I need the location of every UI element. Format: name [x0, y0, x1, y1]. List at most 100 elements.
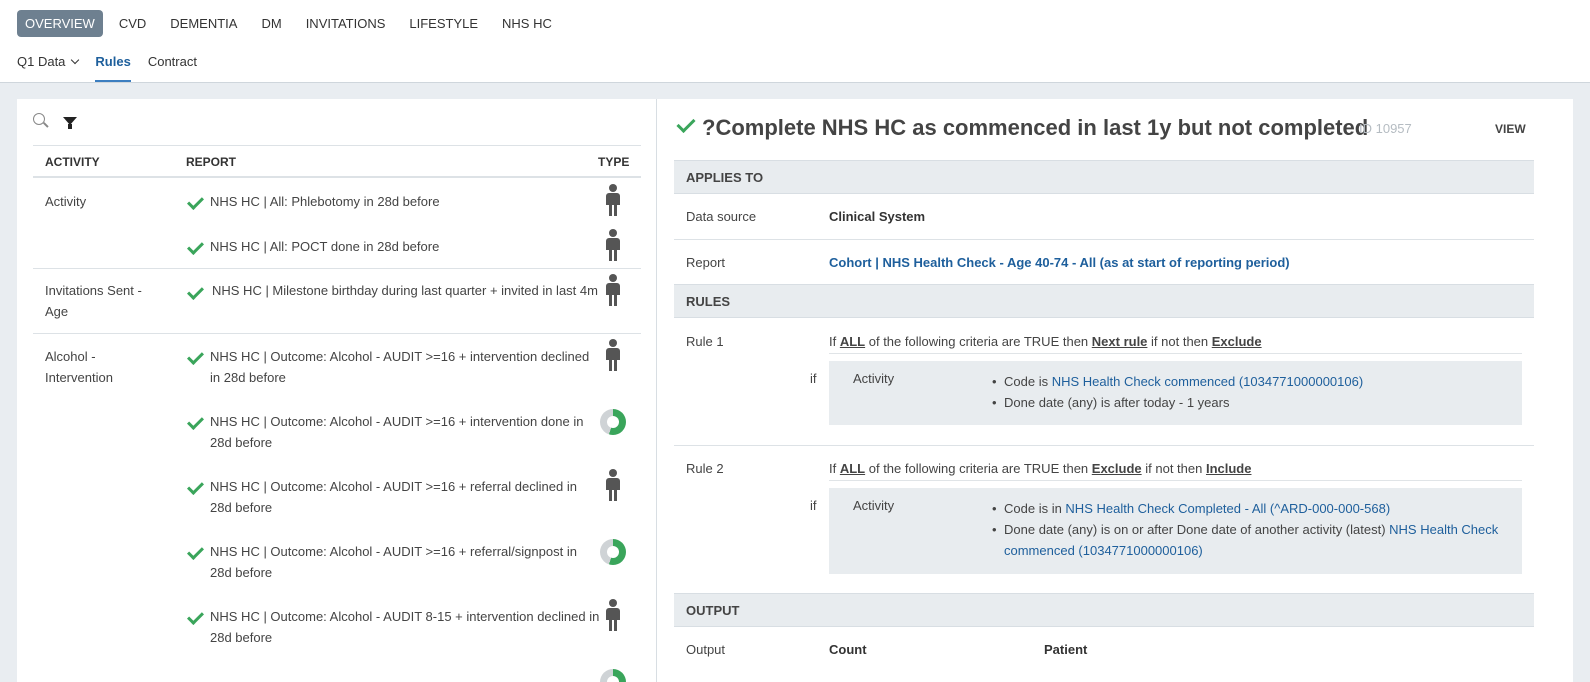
table-row[interactable]: NHS HC | Milestone birthday during last …: [33, 269, 641, 334]
tab-nhs-hc[interactable]: NHS HC: [494, 10, 560, 37]
table-row[interactable]: NHS HC | All: POCT done in 28d before: [33, 224, 641, 269]
table-row[interactable]: NHS HC | Outcome: Alcohol - AUDIT >=16 +…: [33, 399, 641, 464]
rule-then-link[interactable]: Next rule: [1092, 334, 1148, 349]
rule-text: of the following criteria are TRUE then: [865, 461, 1092, 476]
table-row[interactable]: NHS HC | Outcome: Alcohol - AUDIT >=16 +…: [33, 334, 641, 399]
col-activity[interactable]: ACTIVITY: [45, 155, 100, 169]
report-label: Report: [686, 255, 726, 270]
group-activity: Activity NHS HC | All: Phlebotomy in 28d…: [33, 179, 641, 269]
section-output: OUTPUT: [674, 593, 1534, 627]
tab-dementia[interactable]: DEMENTIA: [162, 10, 245, 37]
rule-1: Rule 1 If ALL of the following criteria …: [674, 334, 1534, 446]
if-label: if: [810, 498, 817, 513]
code-link[interactable]: NHS Health Check commenced (103477100000…: [1052, 374, 1363, 389]
donut-chart-icon: [600, 539, 626, 565]
tab-lifestyle[interactable]: LIFESTYLE: [401, 10, 486, 37]
rule-title: ?Complete NHS HC as commenced in last 1y…: [702, 115, 1369, 140]
check-icon: [185, 416, 205, 430]
chevron-down-icon: [71, 55, 80, 65]
check-icon: [185, 481, 205, 495]
output-patient: Patient: [1044, 642, 1088, 657]
rule-all-link[interactable]: ALL: [840, 334, 865, 349]
subtab-rules[interactable]: Rules: [95, 54, 131, 82]
person-icon: [606, 184, 620, 216]
data-source-value: Clinical System: [829, 209, 926, 224]
table-row[interactable]: NHS HC | Outcome: Alcohol - AUDIT 8-15 +…: [33, 594, 641, 659]
rule-else-link[interactable]: Exclude: [1212, 334, 1262, 349]
code-link[interactable]: NHS Health Check Completed - All (^ARD-0…: [1065, 501, 1390, 516]
rule-all-link[interactable]: ALL: [840, 461, 865, 476]
list-toolbar: [33, 113, 77, 129]
rule-name: Rule 2: [686, 461, 724, 476]
person-icon: [606, 229, 620, 261]
subtab-contract[interactable]: Contract: [148, 54, 197, 82]
report-text: NHS HC | Milestone birthday during last …: [212, 283, 598, 298]
output-label: Output: [686, 642, 726, 657]
criterion: Code is NHS Health Check commenced (1034…: [992, 371, 1509, 392]
tab-cvd[interactable]: CVD: [111, 10, 154, 37]
search-icon[interactable]: [33, 113, 49, 129]
criterion-text: Done date (any) is after today - 1 years: [1004, 395, 1230, 410]
table-row[interactable]: NHS HC | All: Phlebotomy in 28d before: [33, 179, 641, 224]
table-header: ACTIVITY REPORT TYPE: [33, 145, 641, 178]
check-icon: [185, 611, 205, 625]
col-type[interactable]: TYPE: [598, 155, 629, 169]
criterion: Done date (any) is on or after Done date…: [992, 519, 1509, 561]
rule-condition: If ALL of the following criteria are TRU…: [829, 334, 1522, 354]
report-row: Report Cohort | NHS Health Check - Age 4…: [674, 240, 1534, 285]
criteria-box: Activity Code is in NHS Health Check Com…: [829, 488, 1522, 574]
report-text: NHS HC | Outcome: Alcohol - AUDIT 8-15 +…: [210, 609, 600, 645]
tab-dm[interactable]: DM: [253, 10, 289, 37]
tab-overview[interactable]: OVERVIEW: [17, 10, 103, 37]
report-text: NHS HC | All: POCT done in 28d before: [210, 239, 440, 254]
criteria-box: Activity Code is NHS Health Check commen…: [829, 361, 1522, 425]
rule-else-link[interactable]: Include: [1206, 461, 1252, 476]
criteria-list: Code is in NHS Health Check Completed - …: [992, 498, 1509, 561]
top-header: OVERVIEW CVD DEMENTIA DM INVITATIONS LIF…: [0, 0, 1590, 83]
rule-name: Rule 1: [686, 334, 724, 349]
col-report[interactable]: REPORT: [186, 155, 236, 169]
check-icon: [185, 241, 205, 255]
criteria-list: Code is NHS Health Check commenced (1034…: [992, 371, 1509, 413]
rule-id: ID 10957: [1359, 121, 1412, 136]
filter-icon[interactable]: [63, 117, 77, 129]
rule-text: If: [829, 334, 840, 349]
rule-text: if not then: [1147, 334, 1212, 349]
person-icon: [606, 339, 620, 371]
view-button[interactable]: VIEW: [1495, 122, 1526, 136]
table-row[interactable]: NHS HC | Outcome: Alcohol - AUDIT >=16 +…: [33, 464, 641, 529]
criterion: Code is in NHS Health Check Completed - …: [992, 498, 1509, 519]
report-text: NHS HC | Outcome: Alcohol - AUDIT >=16 +…: [210, 349, 590, 385]
report-text: NHS HC | All: Phlebotomy in 28d before: [210, 194, 440, 209]
rule-then-link[interactable]: Exclude: [1092, 461, 1142, 476]
check-icon: [185, 286, 205, 300]
rule-2: Rule 2 If ALL of the following criteria …: [674, 461, 1534, 593]
tab-invitations[interactable]: INVITATIONS: [298, 10, 394, 37]
table-row[interactable]: NHS HC | Outcome: Alcohol - AUDIT >=16 +…: [33, 529, 641, 594]
main-tabs: OVERVIEW CVD DEMENTIA DM INVITATIONS LIF…: [17, 10, 568, 37]
rule-text: of the following criteria are TRUE then: [865, 334, 1092, 349]
criterion-text: Code is: [1004, 374, 1052, 389]
criterion-text: Done date (any) is on or after Done date…: [1004, 522, 1390, 537]
section-applies-to: APPLIES TO: [674, 160, 1534, 194]
output-row: Output Count Patient: [674, 627, 1534, 682]
person-icon: [606, 274, 620, 306]
section-rules: RULES: [674, 284, 1534, 318]
q1-data-label: Q1 Data: [17, 54, 66, 69]
data-source-label: Data source: [686, 209, 757, 224]
donut-chart-icon: [600, 409, 626, 435]
group-alcohol-intervention: Alcohol - Intervention NHS HC | Outcome:…: [33, 334, 641, 682]
table-row[interactable]: [33, 659, 641, 682]
person-icon: [606, 599, 620, 631]
sub-nav: Q1 Data Rules Contract: [17, 54, 214, 82]
q1-data-dropdown[interactable]: Q1 Data: [17, 54, 80, 82]
criteria-type: Activity: [853, 371, 895, 386]
rule-detail-panel: ?Complete NHS HC as commenced in last 1y…: [657, 99, 1573, 682]
group-invitations-sent-age: Invitations Sent - Age NHS HC | Mileston…: [33, 269, 641, 334]
data-source-row: Data source Clinical System: [674, 194, 1534, 240]
output-count: Count: [829, 642, 867, 657]
report-text: NHS HC | Outcome: Alcohol - AUDIT >=16 +…: [210, 414, 584, 450]
rule-condition: If ALL of the following criteria are TRU…: [829, 461, 1522, 481]
report-link[interactable]: Cohort | NHS Health Check - Age 40-74 - …: [829, 255, 1290, 270]
criterion-text: Code is in: [1004, 501, 1066, 516]
